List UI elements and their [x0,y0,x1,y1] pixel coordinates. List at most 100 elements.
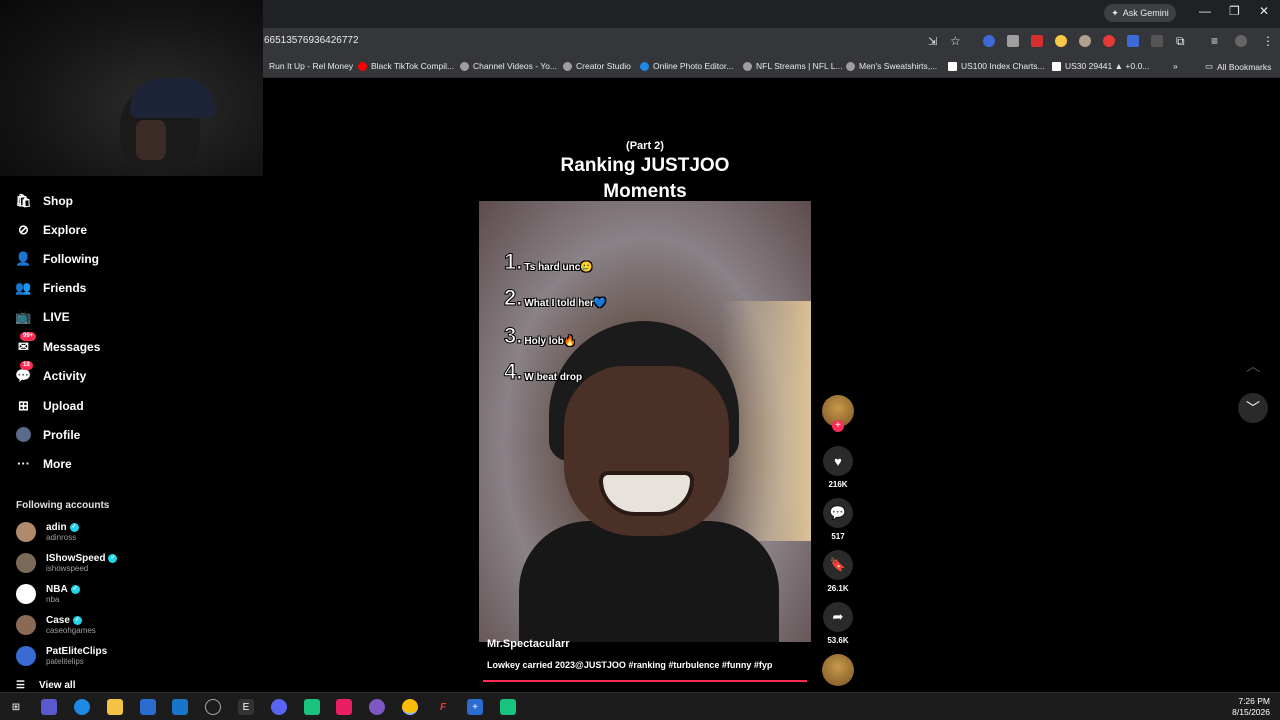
sidebar-item-label: Shop [43,193,73,208]
bookmark-item[interactable]: Channel Videos - Yo... [460,61,557,71]
ranking-item: 3. Holy lob🔥 [503,323,577,348]
previous-video-button[interactable]: ︿ [1238,351,1268,381]
extension-icon[interactable] [1031,35,1043,47]
extension-icon[interactable] [1127,35,1139,47]
epic-games-icon[interactable]: E [238,699,254,715]
restore-icon[interactable]: ❐ [1229,4,1240,18]
following-accounts-title: Following accounts [16,500,110,511]
extension-icon[interactable] [1079,35,1091,47]
store-icon[interactable] [140,699,156,715]
upload-icon: ⊞ [18,397,29,413]
video-player[interactable]: 1. Ts hard unc🥲 2. What I told her💙 3. H… [479,201,811,642]
following-account[interactable]: PatEliteClips patelitelips [16,646,107,666]
all-bookmarks-button[interactable]: ▭ All Bookmarks [1205,61,1271,72]
sidebar-item-more[interactable]: ··· More [16,456,72,471]
comment-button[interactable]: 💬 517 [822,498,854,541]
app-icon[interactable]: + [467,699,483,715]
extension-icon[interactable] [1055,35,1067,47]
next-video-button[interactable]: ﹀ [1238,393,1268,423]
follow-plus-icon[interactable]: + [832,420,844,432]
list-icon: ☰ [16,680,25,691]
chrome-icon[interactable] [402,699,418,715]
sidebar-item-activity[interactable]: 💬 18 Activity [15,361,87,383]
app-icon[interactable] [500,699,516,715]
avatar [16,522,36,542]
webcam-overlay [0,0,263,176]
like-button[interactable]: ♥ 216K [822,446,854,489]
extension-icon[interactable] [1007,35,1019,47]
ask-gemini-button[interactable]: ✦ Ask Gemini [1104,4,1176,22]
install-icon[interactable]: ⇲ [928,35,937,48]
bookmark-item[interactable]: US100 Index Charts... [948,61,1045,71]
sidebar-item-upload[interactable]: ⊞ Upload [16,398,84,413]
activity-icon: 💬 18 [15,361,33,383]
sidebar-item-label: LIVE [43,309,70,324]
compass-icon: ⊘ [18,221,29,237]
app-icon[interactable]: F [435,699,451,715]
sidebar-item-friends[interactable]: 👥 Friends [15,280,86,295]
globe-icon [563,61,572,71]
save-button[interactable]: 🔖 26.1K [822,550,854,593]
profile-avatar-icon[interactable] [1235,35,1247,47]
minimize-icon[interactable]: — [1199,4,1211,18]
following-account[interactable]: Case ✓ caseohgames [16,615,96,635]
app-icon[interactable] [304,699,320,715]
chevron-down-icon: ﹀ [1246,400,1260,416]
bookmark-item[interactable]: Black TikTok Compil... [358,61,454,71]
sidebar-item-following[interactable]: 👤 Following [15,251,99,266]
file-explorer-icon[interactable] [107,699,123,715]
bookmark-item[interactable]: NFL Streams | NFL L... [743,61,843,71]
media-control-icon[interactable]: ≡ [1211,34,1218,48]
bookmark-star-icon[interactable]: ☆ [950,34,961,48]
tiktok-icon[interactable] [336,699,352,715]
extension-icon[interactable] [1103,35,1115,47]
verified-icon: ✓ [70,585,80,594]
outlook-icon[interactable] [172,699,188,715]
share-button[interactable]: ➦ 53.6K [822,602,854,645]
tradingview-icon [1052,61,1061,71]
bookmark-item[interactable]: US30 29441 ▲ +0.0... [1052,61,1149,71]
video-progress-bar[interactable] [483,680,807,682]
steam-icon[interactable] [205,699,221,715]
live-icon: 📺 [15,308,32,324]
sidebar-item-label: Explore [43,222,88,237]
ranking-item: 2. What I told her💙 [503,285,607,310]
copilot-icon[interactable] [41,699,57,715]
browser-menu-icon[interactable]: ⋮ [1262,34,1274,48]
sidebar-item-explore[interactable]: ⊘ Explore [16,222,87,237]
bookmark-item[interactable]: Men's Sweatshirts,... [846,61,937,71]
bookmarks-overflow-icon[interactable]: » [1173,61,1178,71]
bookmark-item[interactable]: Run It Up - Rel Money [269,61,353,71]
system-clock[interactable]: 7:26 PM 8/15/2026 [1232,696,1270,718]
sidebar-item-live[interactable]: 📺 LIVE [15,308,70,324]
sidebar-item-messages[interactable]: ✉ 99+ Messages [16,332,100,354]
avatar [16,646,36,666]
following-account[interactable]: adin ✓ adinross [16,522,79,542]
save-count: 26.1K [827,584,849,593]
sidebar: 🛍 Shop ⊘ Explore 👤 Following 👥 Friends 📺… [0,176,263,692]
video-author[interactable]: Mr.Spectacularr [487,638,570,650]
windows-start-icon[interactable]: ⊞ [8,699,24,715]
sidebar-item-label: Activity [43,368,87,383]
bookmark-icon: 🔖 [823,550,853,580]
discord-icon[interactable] [271,699,287,715]
extensions-puzzle-icon[interactable]: ⧉ [1176,34,1185,49]
following-account[interactable]: IShowSpeed ✓ ishowspeed [16,553,118,573]
app-icon[interactable] [369,699,385,715]
sound-disc-button[interactable] [822,654,854,686]
bookmark-item[interactable]: Creator Studio [563,61,631,71]
following-account[interactable]: NBA ✓ nba [16,584,80,604]
extension-icon[interactable] [1151,35,1163,47]
close-icon[interactable]: ✕ [1259,4,1269,18]
chevron-up-icon: ︿ [1246,358,1260,374]
sidebar-item-shop[interactable]: 🛍 Shop [15,193,73,208]
sidebar-item-profile[interactable]: Profile [16,427,80,442]
extension-icon[interactable] [983,35,995,47]
view-all-button[interactable]: ☰ View all [16,680,75,691]
edge-icon[interactable] [74,699,90,715]
address-bar-url[interactable]: 665135769364267​72 [264,35,359,46]
heart-icon: ♥ [823,446,853,476]
bookmark-item[interactable]: Online Photo Editor... [640,61,733,71]
creator-avatar-button[interactable]: + [822,395,854,432]
account-handle: caseohgames [46,626,96,635]
